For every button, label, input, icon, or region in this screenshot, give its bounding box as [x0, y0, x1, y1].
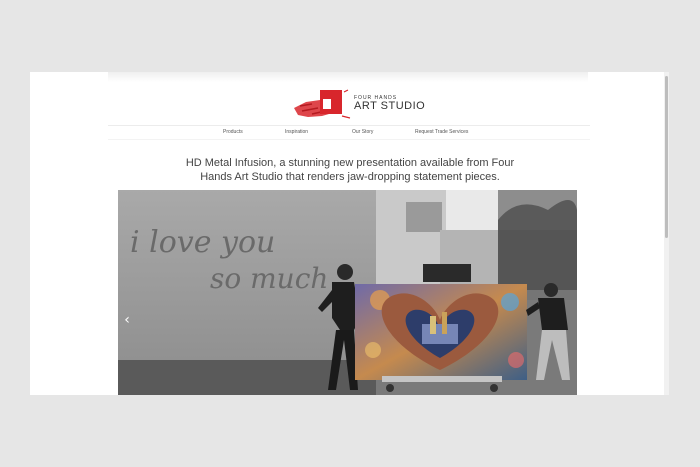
chevron-left-icon: ‹ [124, 312, 130, 328]
header-shadow [108, 72, 588, 82]
wall-graffiti-line2: so much [210, 262, 328, 295]
nav-item-request-trade-services[interactable]: Request Trade Services [415, 129, 468, 135]
headline-line-2: Hands Art Studio that renders jaw-droppi… [200, 171, 500, 183]
hero-headline: HD Metal Infusion, a stunning new presen… [150, 156, 550, 184]
browser-viewport: FOUR HANDS ART STUDIO Products Inspirati… [30, 72, 669, 395]
main-nav: Products Inspiration Our Story Request T… [30, 129, 669, 139]
wall-graffiti-line1: i love you [130, 225, 275, 260]
nav-item-our-story[interactable]: Our Story [352, 129, 373, 135]
scrollbar-thumb[interactable] [665, 76, 668, 238]
nav-item-inspiration[interactable]: Inspiration [285, 129, 308, 135]
page-scrollbar[interactable] [664, 72, 669, 395]
hero-image: i love you so much [118, 190, 577, 395]
nav-divider-top [108, 125, 590, 126]
brand-logo[interactable]: FOUR HANDS ART STUDIO [292, 86, 425, 122]
nav-divider-bottom [108, 139, 590, 140]
logo-mark-icon [294, 89, 351, 119]
hero-slider[interactable]: i love you so much ‹ [118, 190, 577, 395]
nav-item-products[interactable]: Products [223, 129, 243, 135]
brand-big-text: ART STUDIO [354, 100, 426, 112]
headline-line-1: HD Metal Infusion, a stunning new presen… [185, 157, 515, 169]
slider-prev-button[interactable]: ‹ [122, 312, 132, 328]
